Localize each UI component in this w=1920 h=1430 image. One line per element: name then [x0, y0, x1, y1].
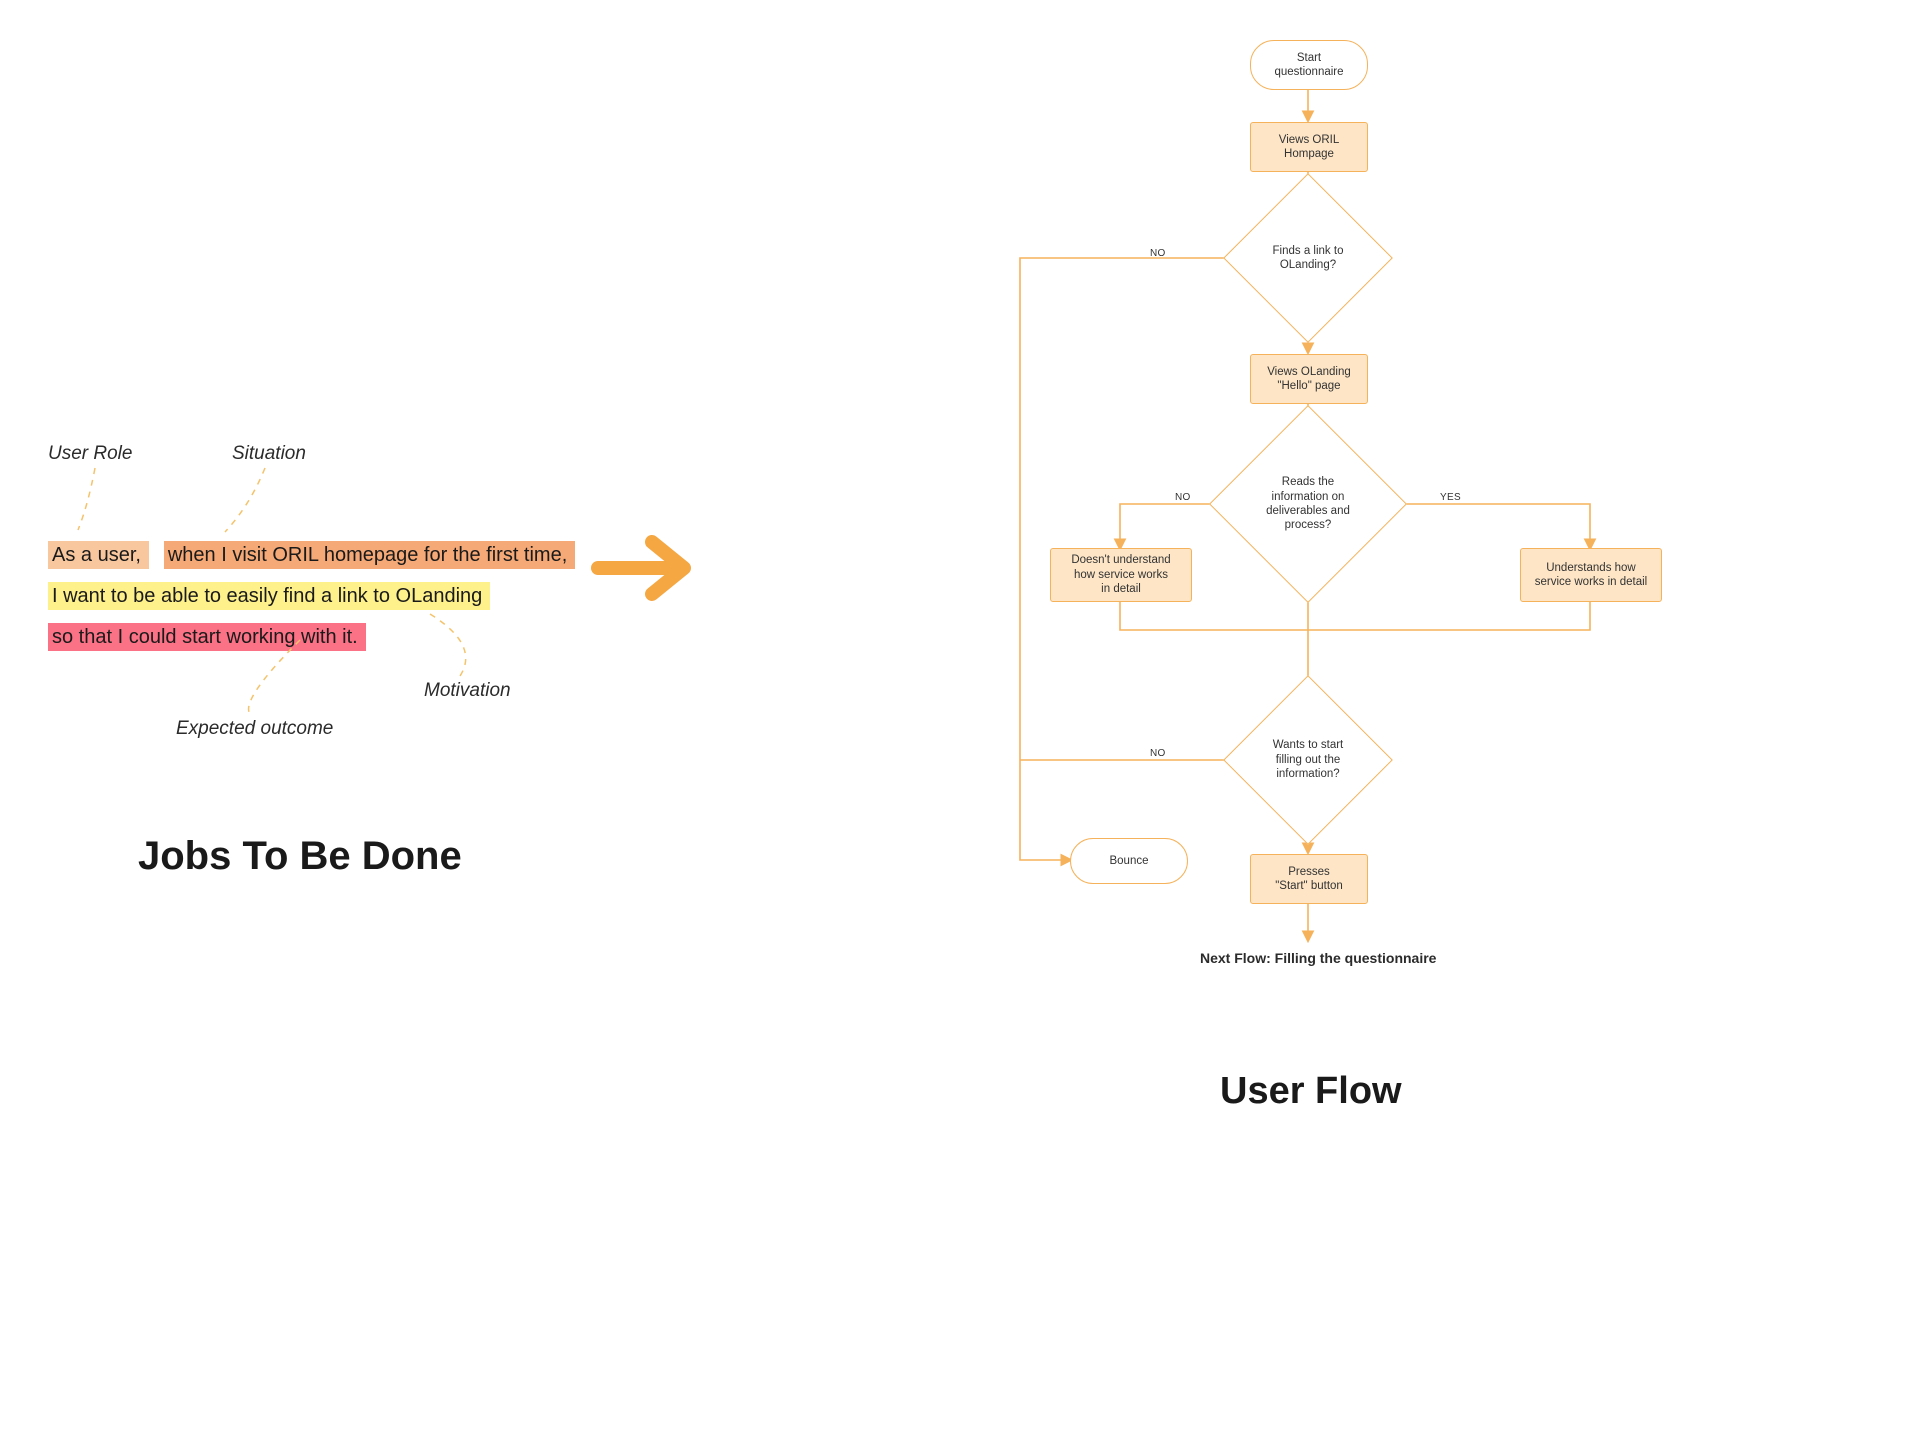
- node-views-homepage: Views ORILHompage: [1250, 122, 1368, 172]
- edge-label-no-2: NO: [1175, 492, 1191, 503]
- node-bounce: Bounce: [1070, 838, 1188, 884]
- node-wants-start-text: Wants to startfilling out theinformation…: [1267, 738, 1350, 781]
- next-flow-label: Next Flow: Filling the questionnaire: [1200, 950, 1436, 966]
- edge-label-no-1: NO: [1150, 248, 1166, 259]
- node-views-hello-text: Views OLanding"Hello" page: [1267, 365, 1351, 394]
- node-understands-text: Understands howservice works in detail: [1535, 561, 1647, 590]
- node-bounce-text: Bounce: [1109, 854, 1148, 868]
- edge-label-yes-2: YES: [1440, 492, 1461, 503]
- node-finds-link: Finds a link toOLanding?: [1248, 198, 1368, 318]
- transition-arrow-icon: [590, 528, 700, 608]
- userflow-title: User Flow: [1220, 1070, 1402, 1113]
- node-start: Startquestionnaire: [1250, 40, 1368, 90]
- node-doesnt-understand-text: Doesn't understandhow service worksin de…: [1071, 553, 1170, 596]
- node-understands: Understands howservice works in detail: [1520, 548, 1662, 602]
- node-finds-link-text: Finds a link toOLanding?: [1267, 244, 1350, 273]
- node-presses-start: Presses"Start" button: [1250, 854, 1368, 904]
- edge-label-no-3: NO: [1150, 748, 1166, 759]
- node-views-hello: Views OLanding"Hello" page: [1250, 354, 1368, 404]
- annotation-connectors: [0, 0, 600, 760]
- diagram-root: User Role Situation As a user, when I vi…: [0, 0, 1920, 1430]
- node-views-homepage-text: Views ORILHompage: [1279, 133, 1340, 162]
- node-reads-info: Reads theinformation ondeliverables andp…: [1238, 434, 1378, 574]
- node-start-text: Startquestionnaire: [1274, 51, 1343, 80]
- jtbd-title: Jobs To Be Done: [138, 834, 462, 879]
- node-reads-info-text: Reads theinformation ondeliverables andp…: [1260, 475, 1356, 533]
- node-wants-start: Wants to startfilling out theinformation…: [1248, 700, 1368, 820]
- node-presses-start-text: Presses"Start" button: [1275, 865, 1343, 894]
- userflow-canvas: NO YES NO YES NO YES Startquestionnaire …: [720, 20, 1900, 1140]
- node-doesnt-understand: Doesn't understandhow service worksin de…: [1050, 548, 1192, 602]
